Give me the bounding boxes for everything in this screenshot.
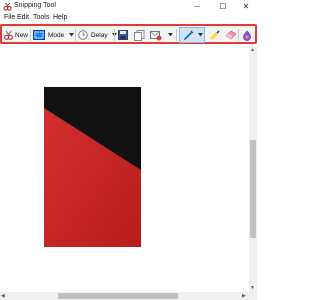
- toolbar-divider: [75, 29, 76, 41]
- menu-help[interactable]: Help: [53, 14, 67, 21]
- clock-icon: [78, 30, 88, 40]
- horizontal-scroll-thumb[interactable]: [58, 293, 178, 299]
- save-snip-button[interactable]: [118, 28, 128, 42]
- copy-icon: [134, 29, 145, 41]
- maximize-button[interactable]: ☐: [212, 0, 234, 13]
- new-label: New: [15, 31, 29, 39]
- captured-snip-image: [44, 87, 141, 247]
- vertical-scroll-thumb[interactable]: [250, 140, 256, 238]
- copy-button[interactable]: [134, 28, 145, 42]
- highlighter-icon: [209, 30, 220, 40]
- save-icon: [118, 30, 128, 40]
- scissors-app-icon: [3, 2, 12, 11]
- new-snip-icon: [4, 30, 13, 40]
- minimize-button[interactable]: —: [186, 0, 208, 13]
- toolbar-divider: [114, 29, 115, 41]
- horizontal-scrollbar[interactable]: ◀ ▶: [0, 292, 249, 300]
- toolbar-divider: [176, 29, 177, 41]
- scroll-up-icon[interactable]: ▲: [250, 46, 255, 54]
- toolbar: New Mode Delay: [0, 24, 257, 44]
- send-snip-button[interactable]: [150, 28, 163, 42]
- minimize-icon: —: [194, 3, 200, 10]
- close-icon: ✕: [242, 2, 250, 11]
- paint3d-icon: [243, 30, 251, 41]
- eraser-button[interactable]: [225, 28, 237, 42]
- pen-button[interactable]: [179, 27, 205, 43]
- menu-bar: File Edit Tools Help: [0, 13, 257, 24]
- toolbar-divider: [30, 29, 31, 41]
- close-button[interactable]: ✕: [235, 0, 257, 13]
- title-bar: Snipping Tool — ☐ ✕: [0, 0, 257, 13]
- scroll-left-icon[interactable]: ◀: [1, 292, 5, 300]
- menu-edit[interactable]: Edit: [17, 14, 29, 21]
- scroll-right-icon[interactable]: ▶: [242, 292, 246, 300]
- send-snip-icon: [150, 30, 162, 40]
- mode-label: Mode: [48, 31, 65, 39]
- scroll-down-icon[interactable]: ▼: [250, 284, 255, 292]
- edit-with-paint3d-button[interactable]: [242, 28, 252, 42]
- pen-icon: [184, 30, 194, 40]
- menu-tools[interactable]: Tools: [33, 14, 49, 21]
- pen-dropdown-arrow-icon: [198, 33, 203, 37]
- vertical-scrollbar[interactable]: ▲ ▼: [249, 46, 257, 292]
- snip-canvas: [0, 46, 249, 292]
- delay-button[interactable]: Delay: [78, 28, 117, 42]
- toolbar-divider: [238, 29, 239, 41]
- mode-dropdown-arrow-icon: [69, 33, 75, 37]
- highlighter-button[interactable]: [209, 28, 220, 42]
- menu-file[interactable]: File: [4, 14, 15, 21]
- mode-rectangle-icon: [33, 30, 45, 40]
- send-dropdown-arrow-icon[interactable]: [168, 33, 173, 37]
- window-title: Snipping Tool: [14, 2, 56, 9]
- mode-button[interactable]: Mode: [33, 28, 75, 42]
- scrollbar-corner: [249, 292, 257, 300]
- new-snip-button[interactable]: New: [3, 28, 28, 42]
- delay-label: Delay: [91, 31, 108, 39]
- maximize-icon: ☐: [219, 2, 227, 11]
- eraser-icon: [225, 30, 237, 40]
